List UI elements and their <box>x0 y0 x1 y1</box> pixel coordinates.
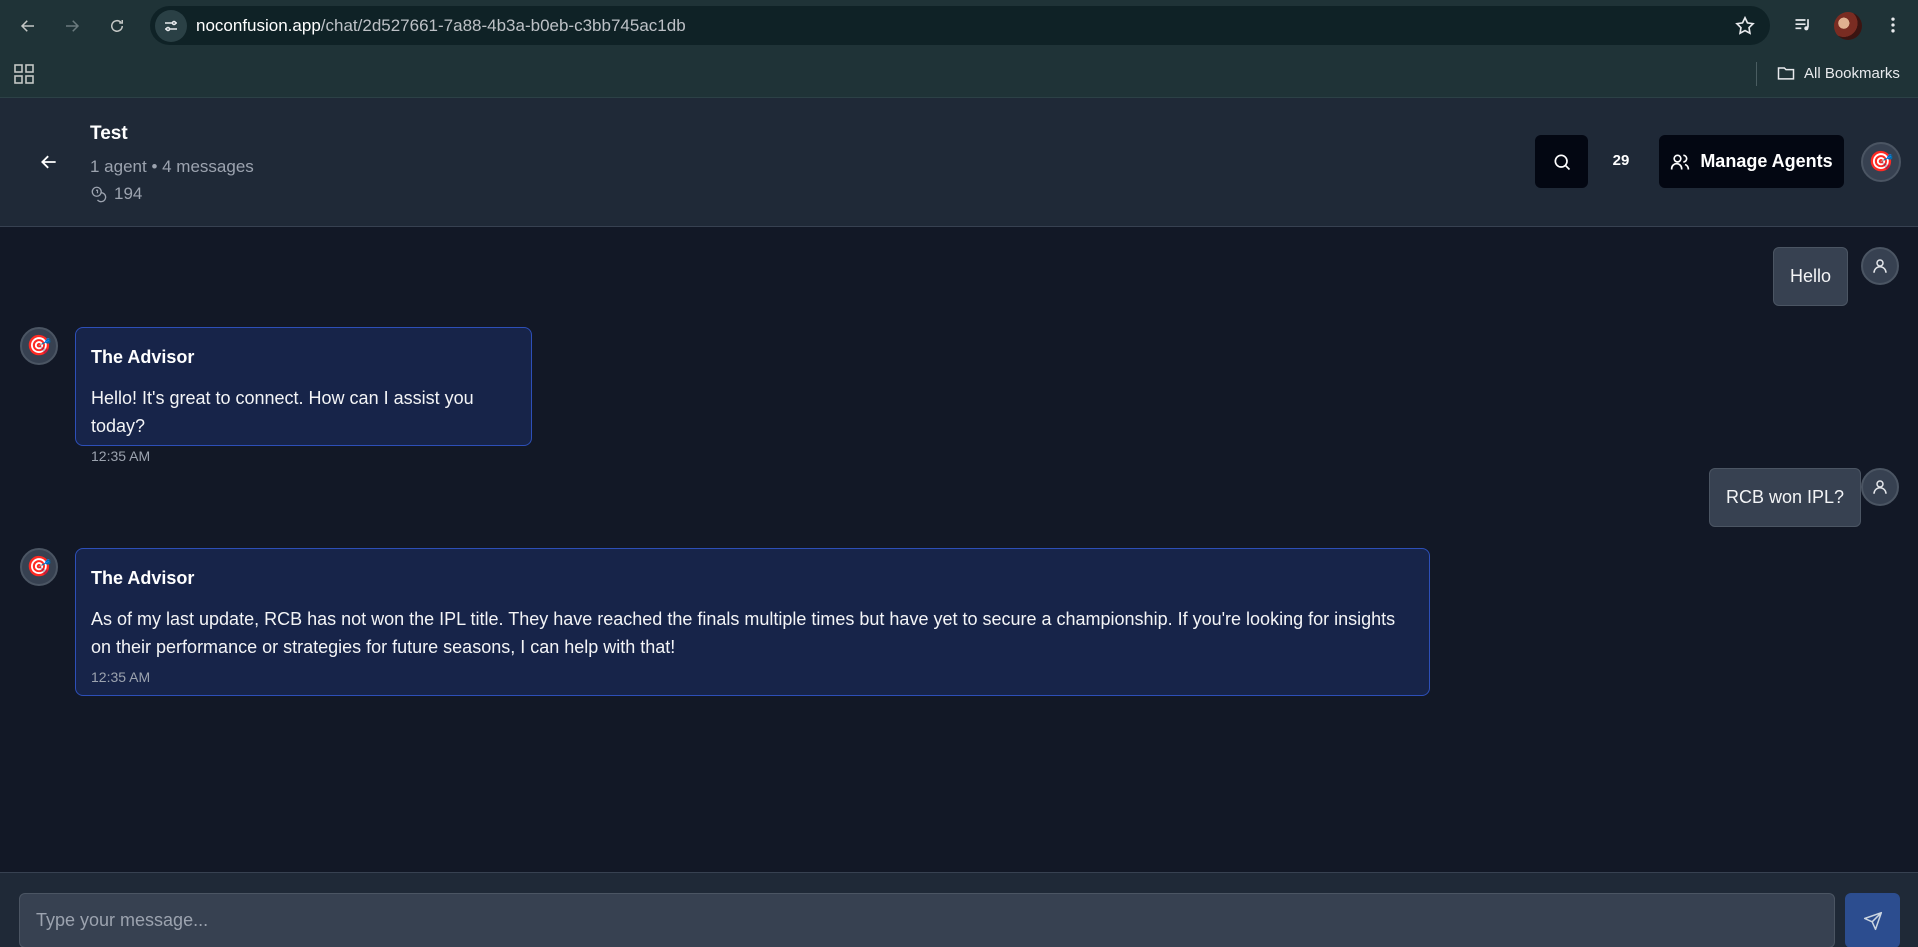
url-path: /chat/2d527661-7a88-4b3a-b0eb-c3bb745ac1… <box>320 16 686 35</box>
message-timestamp: 12:35 AM <box>91 669 151 685</box>
reload-button[interactable] <box>102 11 132 41</box>
all-bookmarks-button[interactable]: All Bookmarks <box>1776 63 1900 83</box>
message-timestamp: 12:35 AM <box>91 448 151 464</box>
message-list[interactable]: Hello 🎯 The Advisor Hello! It's great to… <box>0 227 1918 872</box>
manage-agents-button[interactable]: Manage Agents <box>1659 135 1844 188</box>
star-icon <box>1735 15 1755 35</box>
user-avatar <box>1861 468 1899 506</box>
agent-message-text: As of my last update, RCB has not won th… <box>91 609 1396 657</box>
agent-avatar: 🎯 <box>20 327 58 365</box>
agent-message-text: Hello! It's great to connect. How can I … <box>91 388 474 436</box>
bookmark-star-button[interactable] <box>1734 15 1756 37</box>
agent-name: The Advisor <box>91 568 195 588</box>
token-count: 194 <box>90 184 142 204</box>
bookmarks-divider <box>1756 62 1757 86</box>
agent-avatar[interactable]: 🎯 <box>1861 142 1901 182</box>
send-icon <box>1863 911 1882 930</box>
dart-target-icon: 🎯 <box>26 335 52 357</box>
user-icon <box>1873 480 1887 494</box>
agent-avatar: 🎯 <box>20 548 58 586</box>
user-message: Hello <box>1773 247 1849 306</box>
apps-grid-icon[interactable] <box>14 64 34 84</box>
send-button[interactable] <box>1845 893 1900 947</box>
back-button[interactable] <box>34 147 64 177</box>
dart-target-icon: 🎯 <box>1868 151 1894 173</box>
chat-title: Test <box>90 123 128 144</box>
search-button[interactable] <box>1535 135 1588 188</box>
arrow-left-icon <box>20 20 34 32</box>
user-message-text: Hello <box>1790 266 1832 286</box>
user-message-text: RCB won IPL? <box>1726 487 1845 507</box>
forward-nav-button[interactable] <box>57 11 87 41</box>
more-vertical-icon <box>1891 17 1895 33</box>
composer <box>0 872 1918 947</box>
message-input[interactable] <box>19 893 1835 947</box>
chrome-menu-button[interactable] <box>1880 12 1906 38</box>
address-bar[interactable]: noconfusion.app/chat/2d527661-7a88-4b3a-… <box>150 6 1770 45</box>
agent-message: The Advisor Hello! It's great to connect… <box>75 327 532 464</box>
folder-icon <box>1777 67 1795 80</box>
coins-icon <box>91 186 107 203</box>
profile-avatar[interactable] <box>1834 12 1862 40</box>
user-icon <box>1873 259 1887 273</box>
manage-agents-label: Manage Agents <box>1700 151 1833 171</box>
agent-message: The Advisor As of my last update, RCB ha… <box>75 548 1430 696</box>
media-control-button[interactable] <box>1790 12 1816 38</box>
chat-meta: 1 agent • 4 messages <box>90 157 254 176</box>
bookmarks-bar: All Bookmarks <box>0 51 1918 98</box>
browser-toolbar: noconfusion.app/chat/2d527661-7a88-4b3a-… <box>0 0 1918 51</box>
user-avatar <box>1861 247 1899 285</box>
users-icon <box>1671 154 1690 169</box>
reload-icon <box>111 19 123 32</box>
queue-music-icon <box>1795 19 1809 31</box>
token-count-value: 194 <box>114 184 143 203</box>
count-badge: 29 <box>1612 152 1630 169</box>
chat-header: Test 1 agent • 4 messages 194 29 Manage … <box>0 98 1918 227</box>
arrow-left-icon <box>41 155 56 169</box>
url-text: noconfusion.app/chat/2d527661-7a88-4b3a-… <box>196 16 686 36</box>
all-bookmarks-label: All Bookmarks <box>1804 64 1900 82</box>
site-info-button[interactable] <box>155 9 187 42</box>
user-message: RCB won IPL? <box>1709 468 1862 527</box>
dart-target-icon: 🎯 <box>26 556 52 578</box>
tune-icon <box>165 20 177 31</box>
back-nav-button[interactable] <box>13 11 43 41</box>
search-icon <box>1554 154 1570 170</box>
agent-name: The Advisor <box>91 347 195 367</box>
arrow-right-icon <box>66 20 80 32</box>
url-host: noconfusion.app <box>196 16 321 35</box>
